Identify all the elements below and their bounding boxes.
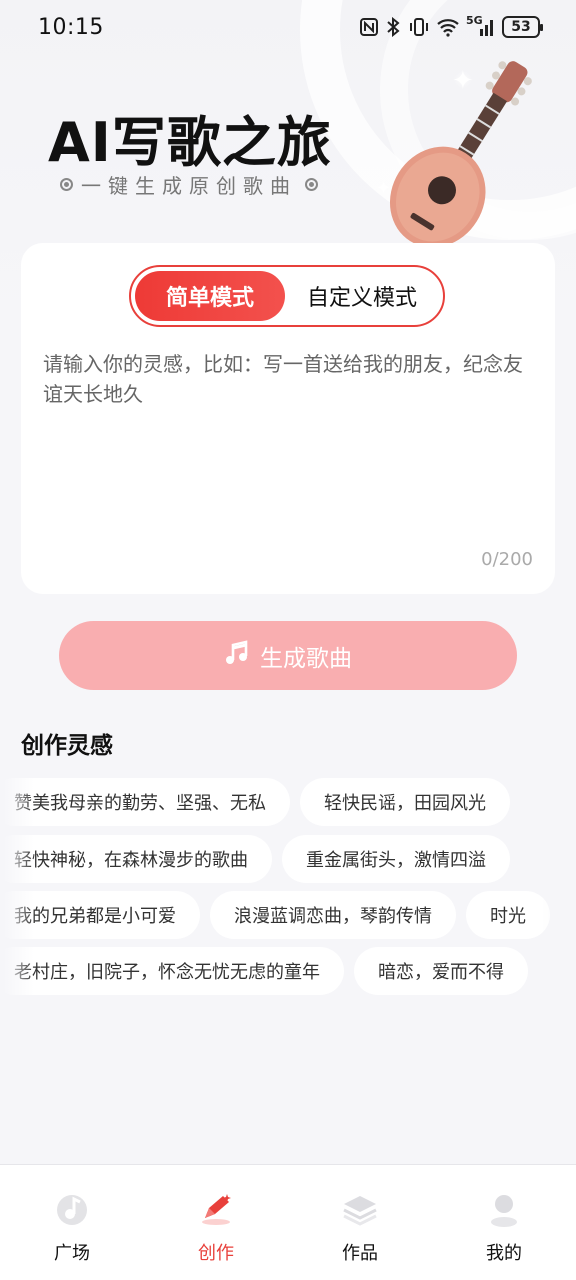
nav-item-me[interactable]: 我的 [432,1165,576,1280]
nav-label: 广场 [54,1243,90,1264]
nfc-icon [360,16,378,38]
nav-label: 创作 [198,1243,234,1264]
nav-label: 我的 [486,1243,522,1264]
status-icons: 5G 53 [360,14,543,38]
decor-dot-icon [305,178,318,191]
inspiration-title: 创作灵感 [21,733,113,759]
nav-label: 作品 [342,1243,378,1264]
inspiration-chip[interactable]: 时光 [466,891,550,939]
tab-simple-mode[interactable]: 简单模式 [135,271,285,321]
prompt-card: 简单模式 自定义模式 请输入你的灵感，比如：写一首送给我的朋友，纪念友谊天长地久… [21,243,555,594]
inspiration-chip[interactable]: 暗恋，爱而不得 [354,947,528,995]
page-title: AI写歌之旅 [48,111,332,174]
chip-row: 老村庄，旧院子，怀念无忧无虑的童年 暗恋，爱而不得 [0,947,528,995]
music-note-icon [224,640,250,671]
inspiration-chip[interactable]: 我的兄弟都是小可爱 [0,891,200,939]
chips-fade-right [542,778,576,998]
inspiration-chip[interactable]: 老村庄，旧院子，怀念无忧无虑的童年 [0,947,344,995]
generate-song-label: 生成歌曲 [260,645,352,672]
guitar-illustration [389,61,532,248]
signal-5g-icon: 5G [466,14,496,38]
pen-sparkle-icon [196,1189,236,1229]
tab-custom-mode[interactable]: 自定义模式 [285,271,439,321]
inspiration-chip[interactable]: 浪漫蓝调恋曲，琴韵传情 [210,891,456,939]
inspiration-chips: 赞美我母亲的勤劳、坚强、无私 轻快民谣，田园风光 轻快神秘，在森林漫步的歌曲 重… [0,778,576,998]
user-icon [484,1189,524,1229]
chip-row: 轻快神秘，在森林漫步的歌曲 重金属街头，激情四溢 [0,835,510,883]
bottom-nav: 广场 创作 作品 我的 [0,1164,576,1280]
layers-icon [340,1189,380,1229]
nav-item-works[interactable]: 作品 [288,1165,432,1280]
wifi-icon [436,16,460,38]
page-subtitle: 一键生成原创歌曲 [60,170,318,199]
decor-dot-icon [60,178,73,191]
subtitle-text: 一键生成原创歌曲 [81,174,297,198]
bluetooth-icon [384,16,402,38]
inspiration-chip[interactable]: 赞美我母亲的勤劳、坚强、无私 [0,778,290,826]
generate-song-button[interactable]: 生成歌曲 [59,621,517,690]
chip-row: 我的兄弟都是小可爱 浪漫蓝调恋曲，琴韵传情 时光 [0,891,550,939]
status-bar: 10:15 5G 53 [0,0,576,54]
nav-item-create[interactable]: 创作 [144,1165,288,1280]
vibrate-icon [408,16,430,38]
nav-item-square[interactable]: 广场 [0,1165,144,1280]
mode-switch: 简单模式 自定义模式 [129,265,445,327]
battery-icon: 53 [502,16,543,38]
chip-row: 赞美我母亲的勤劳、坚强、无私 轻快民谣，田园风光 [0,778,510,826]
prompt-input[interactable]: 请输入你的灵感，比如：写一首送给我的朋友，纪念友谊天长地久 [43,349,539,409]
music-disc-icon [52,1189,92,1229]
inspiration-chip[interactable]: 轻快民谣，田园风光 [300,778,510,826]
status-time: 10:15 [38,14,104,40]
inspiration-chip[interactable]: 轻快神秘，在森林漫步的歌曲 [0,835,272,883]
char-count: 0/200 [481,549,533,570]
inspiration-chip[interactable]: 重金属街头，激情四溢 [282,835,510,883]
